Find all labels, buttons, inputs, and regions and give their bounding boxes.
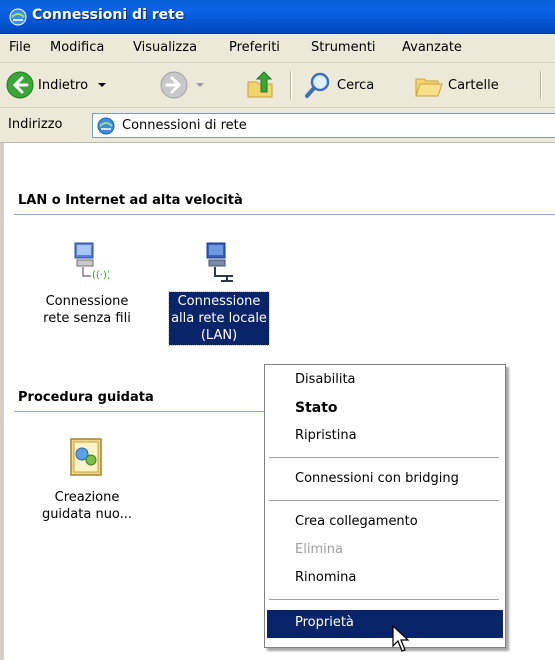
up-folder-button[interactable] <box>245 69 275 101</box>
menu-strumenti[interactable]: Strumenti <box>311 40 376 55</box>
lan-connection-item[interactable]: Connessione alla rete locale (LAN) <box>154 240 284 346</box>
menu-file[interactable]: File <box>9 40 31 55</box>
menu-preferiti[interactable]: Preferiti <box>229 40 280 55</box>
back-label: Indietro <box>38 77 89 93</box>
chevron-down-icon[interactable] <box>194 80 206 90</box>
item-caption: Connessione alla rete locale (LAN) <box>168 291 270 346</box>
forward-arrow-icon <box>160 71 188 99</box>
network-connections-icon <box>9 8 27 26</box>
back-button[interactable]: Indietro <box>6 69 108 101</box>
group-divider <box>14 411 264 412</box>
menu-modifica[interactable]: Modifica <box>50 40 104 55</box>
explorer-window: Connessioni di rete File Modifica Visual… <box>0 0 555 660</box>
group-header-wizard: Procedura guidata <box>18 390 154 405</box>
folders-icon <box>415 78 443 97</box>
up-folder-icon <box>247 71 273 98</box>
search-label: Cerca <box>337 77 375 93</box>
address-bar: Indirizzo Connessioni di rete <box>0 108 555 143</box>
menu-item-disabilita[interactable]: Disabilita <box>267 367 503 393</box>
search-icon <box>305 72 330 98</box>
content-area-top <box>0 143 555 183</box>
lan-network-icon <box>206 242 233 282</box>
menu-item-elimina: Elimina <box>295 542 343 557</box>
mouse-cursor-icon <box>392 625 410 652</box>
menu-item-bridging[interactable]: Connessioni con bridging <box>267 466 503 492</box>
context-menu: Disabilita Stato Ripristina Connessioni … <box>264 364 506 648</box>
network-connections-icon <box>97 117 115 134</box>
back-arrow-icon <box>6 71 34 99</box>
menu-item-proprieta[interactable]: Proprietà <box>267 610 503 638</box>
address-input[interactable]: Connessioni di rete <box>92 113 555 138</box>
folders-button[interactable]: Cartelle <box>414 69 499 101</box>
toolbar: Indietro Cerca Cartelle <box>0 63 555 108</box>
group-divider <box>14 214 555 215</box>
menu-separator <box>269 599 499 600</box>
group-header-lan: LAN o Internet ad alta velocità <box>18 193 243 208</box>
wireless-network-icon: ((·)) <box>74 242 109 281</box>
window-title: Connessioni di rete <box>32 7 185 23</box>
search-button[interactable]: Cerca <box>303 69 374 101</box>
menu-item-rinomina[interactable]: Rinomina <box>267 565 503 591</box>
menu-item-stato[interactable]: Stato <box>267 395 503 421</box>
address-value: Connessioni di rete <box>122 118 247 133</box>
toolbar-separator <box>540 71 542 99</box>
chevron-down-icon[interactable] <box>96 80 108 90</box>
menu-item-crea-collegamento[interactable]: Crea collegamento <box>267 509 503 535</box>
folders-label: Cartelle <box>448 77 499 93</box>
toolbar-separator <box>290 71 292 99</box>
item-caption: Creazione guidata nuo... <box>41 490 133 522</box>
item-caption: Connessione rete senza fili <box>43 294 131 326</box>
menu-bar: File Modifica Visualizza Preferiti Strum… <box>0 34 555 63</box>
forward-button[interactable] <box>160 69 206 101</box>
menu-separator <box>269 500 499 501</box>
wizard-icon <box>70 438 102 476</box>
title-bar[interactable]: Connessioni di rete <box>0 0 555 34</box>
menu-visualizza[interactable]: Visualizza <box>133 40 197 55</box>
svg-text:((·)): ((·)) <box>92 270 109 281</box>
menu-avanzate[interactable]: Avanzate <box>402 40 462 55</box>
address-label: Indirizzo <box>8 117 63 132</box>
menu-item-ripristina[interactable]: Ripristina <box>267 423 503 449</box>
wireless-connection-item[interactable]: ((·)) Connessione rete senza fili <box>22 240 152 328</box>
menu-separator <box>269 457 499 458</box>
new-connection-wizard-item[interactable]: Creazione guidata nuo... <box>22 436 152 524</box>
